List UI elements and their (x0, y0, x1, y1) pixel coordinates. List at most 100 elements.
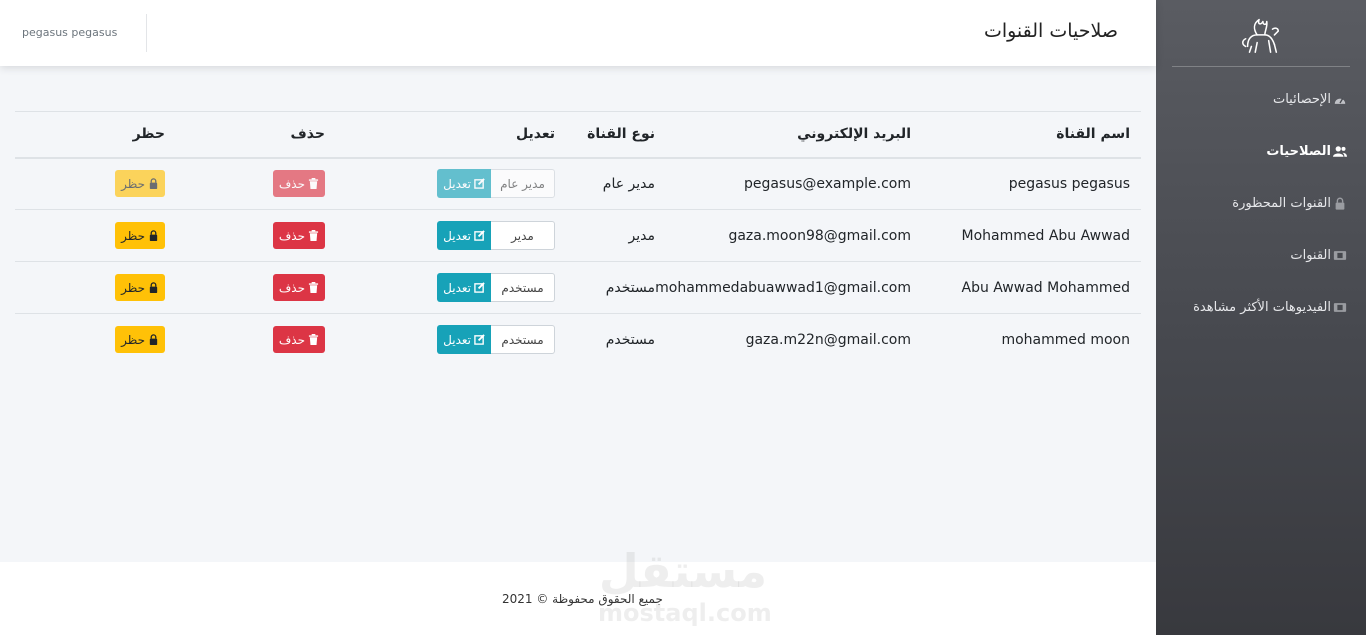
table-header-row: اسم القناة البريد الإلكتروني نوع القناة … (15, 111, 1141, 159)
channel-name: pegasus pegasus (1008, 175, 1130, 192)
sidebar-item-banned-channels[interactable]: القنوات المحظورة (1156, 177, 1366, 229)
channel-name: mohammed moon (1001, 331, 1130, 348)
edit-cell: تعديل مدير عام (325, 157, 555, 210)
trash-icon (308, 334, 319, 346)
table-row: Abu Awwad Mohammed mohammedabuawwad1@gma… (15, 261, 1141, 314)
delete-button[interactable]: حذف (272, 170, 325, 198)
sidebar-item-channels[interactable]: القنوات (1156, 229, 1366, 281)
delete-button[interactable]: حذف (272, 274, 325, 301)
edit-button[interactable]: تعديل (437, 169, 491, 199)
delete-button[interactable]: حذف (272, 222, 325, 249)
channel-name-cell: Abu Awwad Mohammed (911, 261, 1141, 314)
top-header: pegasus pegasus صلاحيات القنوات (0, 0, 1156, 66)
delete-cell: حذف (199, 313, 325, 366)
header-channel-name: اسم القناة (911, 111, 1141, 159)
header-edit: تعديل (325, 111, 555, 159)
sidebar: الإحصائيات الصلاحيات القنوات المحظورة ال… (1156, 0, 1366, 635)
role-select[interactable]: مدير عام (491, 169, 555, 199)
edit-button-label: تعديل (443, 332, 471, 347)
edit-group: تعديل مستخدم (437, 273, 555, 302)
channel-name: Mohammed Abu Awwad (961, 227, 1131, 244)
sidebar-item-permissions[interactable]: الصلاحيات (1156, 125, 1366, 177)
ban-button[interactable]: حظر (115, 222, 165, 249)
user-name[interactable]: pegasus pegasus (22, 26, 117, 39)
sidebar-item-most-viewed[interactable]: الفيديوهات الأكثر مشاهدة (1156, 281, 1366, 333)
lock-icon (1332, 196, 1348, 210)
role-select[interactable]: مستخدم (491, 273, 555, 302)
channel-type-cell: مستخدم (555, 313, 655, 366)
film-icon (1332, 248, 1348, 262)
email-cell: gaza.m22n@gmail.com (655, 313, 911, 366)
header-email: البريد الإلكتروني (655, 111, 911, 159)
role-select[interactable]: مدير (491, 221, 555, 250)
table-row: mohammed moon gaza.m22n@gmail.com مستخدم… (15, 313, 1141, 366)
delete-button-label: حذف (278, 280, 305, 295)
email-cell: gaza.moon98@gmail.com (655, 209, 911, 262)
trash-icon (308, 282, 319, 293)
sidebar-item-statistics[interactable]: الإحصائيات (1156, 73, 1366, 125)
users-icon (1332, 144, 1348, 158)
channel-email: mohammedabuawwad1@gmail.com (655, 279, 911, 296)
channels-permissions-table: اسم القناة البريد الإلكتروني نوع القناة … (15, 111, 1141, 366)
sidebar-item-label: الصلاحيات (1266, 143, 1331, 159)
ban-cell: حظر (15, 261, 199, 314)
edit-cell: تعديل مدير (325, 209, 555, 262)
edit-button-label: تعديل (443, 280, 471, 295)
delete-button-label: حذف (278, 332, 305, 347)
channel-type-cell: مستخدم (555, 261, 655, 314)
table-row: pegasus pegasus pegasus@example.com مدير… (15, 157, 1141, 210)
header-divider (146, 14, 147, 52)
ban-cell: حظر (15, 157, 199, 210)
lock-icon (148, 334, 159, 346)
role-select[interactable]: مستخدم (491, 325, 555, 355)
edit-button[interactable]: تعديل (437, 325, 491, 355)
channel-type-cell: مدير (555, 209, 655, 262)
email-cell: pegasus@example.com (655, 157, 911, 210)
edit-cell: تعديل مستخدم (325, 313, 555, 366)
edit-cell: تعديل مستخدم (325, 261, 555, 314)
sidebar-item-label: الفيديوهات الأكثر مشاهدة (1193, 299, 1331, 315)
edit-group: تعديل مدير عام (437, 169, 555, 199)
speedometer-icon (1332, 92, 1348, 106)
ban-button[interactable]: حظر (115, 326, 165, 354)
delete-cell: حذف (199, 261, 325, 314)
delete-button[interactable]: حذف (272, 326, 325, 354)
sidebar-item-label: القنوات المحظورة (1232, 195, 1331, 211)
delete-button-label: حذف (278, 176, 305, 191)
channel-email: gaza.moon98@gmail.com (728, 227, 911, 244)
ban-cell: حظر (15, 313, 199, 366)
channel-type-cell: مدير عام (555, 157, 655, 210)
table-row: Mohammed Abu Awwad gaza.moon98@gmail.com… (15, 209, 1141, 262)
delete-cell: حذف (199, 209, 325, 262)
header-ban: حظر (15, 111, 199, 159)
film-icon (1332, 300, 1348, 314)
sidebar-item-label: القنوات (1290, 247, 1331, 263)
ban-button[interactable]: حظر (115, 274, 165, 301)
channel-name-cell: pegasus pegasus (911, 157, 1141, 210)
edit-button[interactable]: تعديل (437, 221, 491, 250)
channel-name-cell: mohammed moon (911, 313, 1141, 366)
ban-button-label: حظر (121, 280, 145, 295)
sidebar-nav: الإحصائيات الصلاحيات القنوات المحظورة ال… (1156, 67, 1366, 333)
edit-button-label: تعديل (443, 228, 471, 243)
delete-button-label: حذف (278, 228, 305, 243)
lock-icon (148, 282, 159, 293)
ban-button[interactable]: حظر (115, 170, 165, 198)
edit-button[interactable]: تعديل (437, 273, 491, 302)
trash-icon (308, 230, 319, 241)
page-title: صلاحيات القنوات (983, 20, 1118, 42)
channel-email: pegasus@example.com (743, 175, 911, 192)
edit-button-label: تعديل (443, 176, 471, 191)
edit-group: تعديل مستخدم (437, 325, 555, 355)
email-cell: mohammedabuawwad1@gmail.com (655, 261, 911, 314)
channel-email: gaza.m22n@gmail.com (745, 331, 911, 348)
edit-group: تعديل مدير (437, 221, 555, 250)
footer: مستقل mostaql.com جميع الحقوق محفوظة © 2… (0, 544, 1156, 635)
lock-icon (148, 178, 159, 190)
trash-icon (308, 178, 319, 190)
sidebar-item-label: الإحصائيات (1272, 91, 1331, 107)
ban-button-label: حظر (121, 332, 145, 347)
channel-name-cell: Mohammed Abu Awwad (911, 209, 1141, 262)
ban-button-label: حظر (121, 228, 145, 243)
pegasus-logo-icon[interactable] (1156, 0, 1366, 66)
